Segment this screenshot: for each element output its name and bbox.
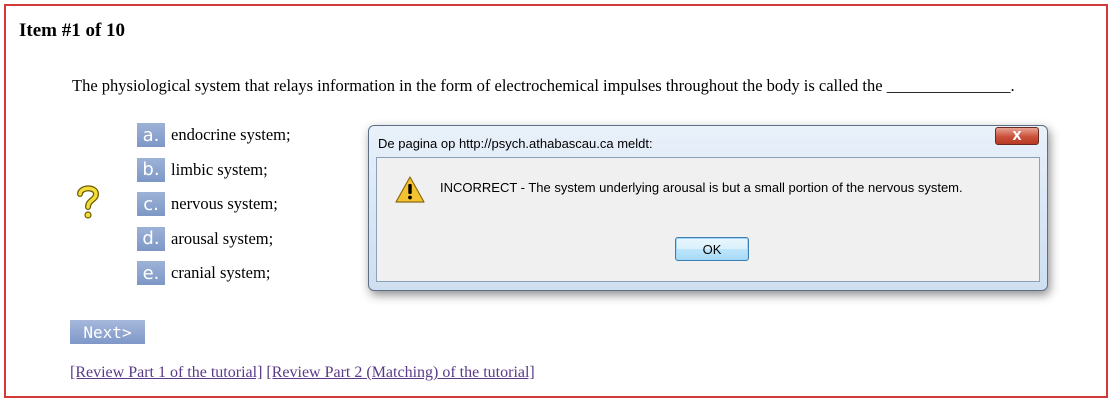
option-text: arousal system; <box>171 228 274 248</box>
dialog-body: INCORRECT - The system underlying arousa… <box>376 157 1040 282</box>
option-letter[interactable]: e. <box>137 261 165 285</box>
option-b[interactable]: b. limbic system; <box>137 157 291 183</box>
option-letter[interactable]: c. <box>137 192 165 216</box>
review-part2-link[interactable]: [Review Part 2 (Matching) of the tutoria… <box>266 364 534 381</box>
warning-icon <box>395 176 425 203</box>
next-button[interactable]: Next> <box>70 320 145 344</box>
dialog-message: INCORRECT - The system underlying arousa… <box>440 180 963 195</box>
option-text: cranial system; <box>171 263 271 282</box>
dialog-title: De pagina op http://psych.athabascau.ca … <box>378 136 653 151</box>
item-title: Item #1 of 10 <box>19 20 126 41</box>
option-text: limbic system; <box>171 159 268 179</box>
option-letter[interactable]: b. <box>137 157 165 182</box>
review-part1-link[interactable]: [Review Part 1 of the tutorial] <box>70 364 262 381</box>
option-d[interactable]: d. arousal system; <box>137 226 291 252</box>
ok-button[interactable]: OK <box>675 237 749 261</box>
review-links: [Review Part 1 of the tutorial] [Review … <box>70 364 535 382</box>
option-e[interactable]: e. cranial system; <box>137 260 291 286</box>
option-letter[interactable]: a. <box>137 123 165 147</box>
close-button[interactable]: X <box>995 127 1039 145</box>
option-letter[interactable]: d. <box>137 226 165 251</box>
question-mark-icon <box>77 185 100 219</box>
option-a[interactable]: a. endocrine system; <box>137 122 291 148</box>
answer-options: a. endocrine system; b. limbic system; c… <box>137 122 291 295</box>
alert-dialog: De pagina op http://psych.athabascau.ca … <box>368 125 1048 291</box>
question-text: The physiological system that relays inf… <box>72 76 1015 95</box>
option-text: nervous system; <box>171 194 278 213</box>
option-text: endocrine system; <box>171 125 291 144</box>
option-c[interactable]: c. nervous system; <box>137 191 291 217</box>
